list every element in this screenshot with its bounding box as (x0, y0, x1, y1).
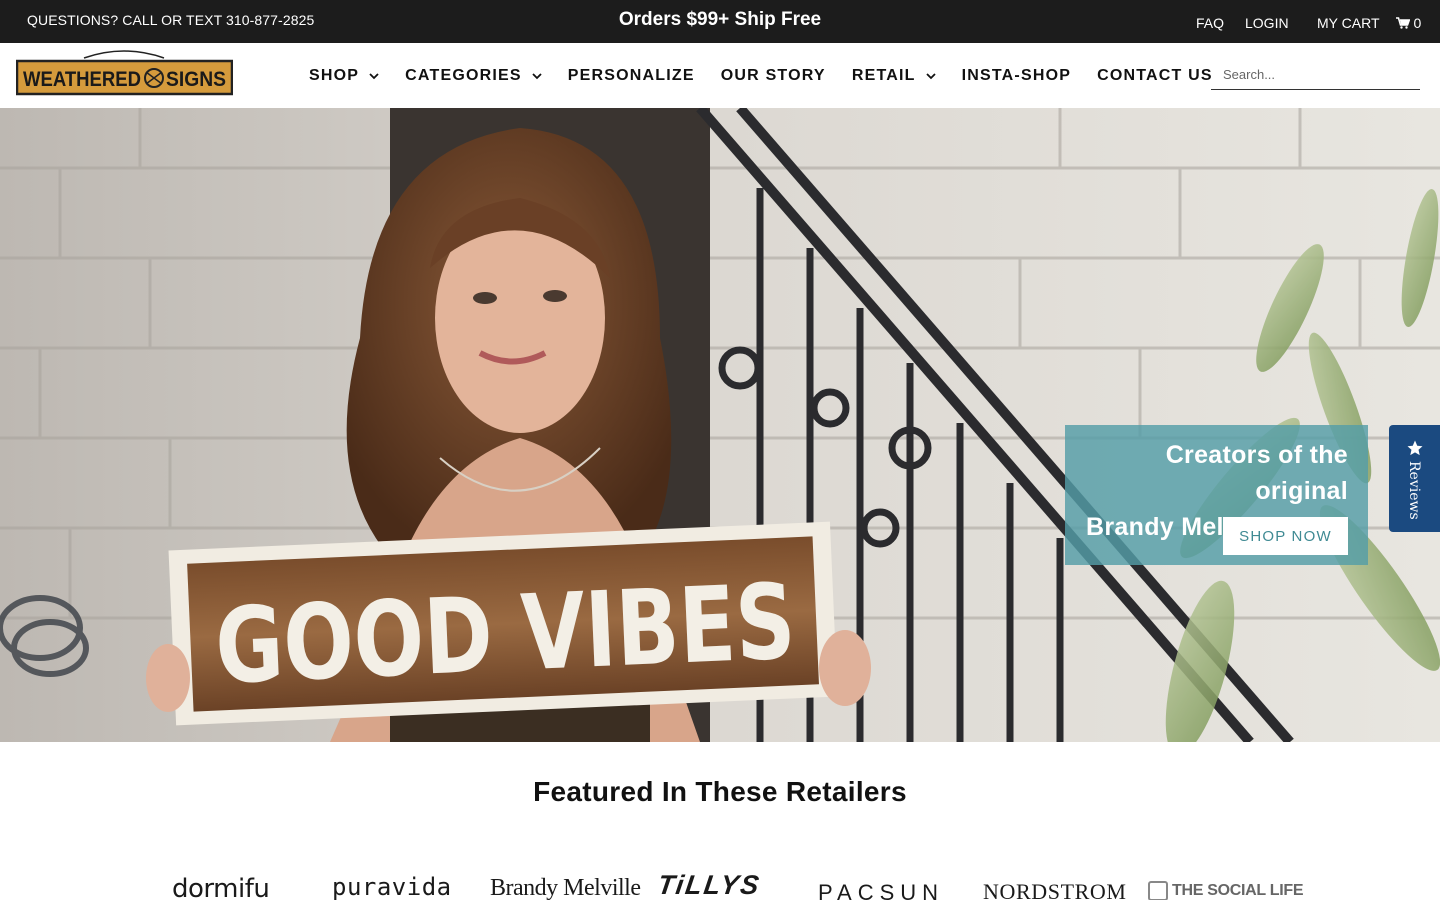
retailer-logo-nordstrom: NORDSTROM (983, 879, 1127, 900)
chevron-down-icon (532, 72, 542, 79)
svg-text:GOOD VIBES: GOOD VIBES (213, 560, 798, 707)
cart-count: 0 (1413, 15, 1422, 31)
site-header: WEATHERED SIGNS SHOP CATEGORIES PERSONAL… (0, 43, 1440, 108)
hero-cta-headline-1: Creators of the original (1165, 441, 1348, 505)
retailer-logo-tillys: TiLLYS (655, 870, 763, 900)
site-logo[interactable]: WEATHERED SIGNS (15, 50, 234, 96)
retailer-name: THE SOCIAL LIFE (1172, 882, 1304, 899)
retailer-logo-the-social-life: THE SOCIAL LIFE (1148, 881, 1304, 900)
star-icon (1407, 440, 1423, 456)
nav-label: RETAIL (851, 67, 916, 84)
faq-link[interactable]: FAQ (1196, 15, 1224, 31)
shop-now-button[interactable]: SHOP NOW (1223, 517, 1348, 555)
reviews-tab[interactable]: Reviews (1389, 425, 1440, 532)
nav-label: CONTACT US (1097, 67, 1213, 84)
nav-label: PERSONALIZE (567, 67, 695, 84)
login-link[interactable]: LOGIN (1245, 15, 1289, 31)
nav-item-retail[interactable]: RETAIL (852, 67, 936, 85)
chevron-down-icon (369, 72, 379, 79)
nav-item-shop[interactable]: SHOP (309, 67, 379, 85)
nav-item-insta-shop[interactable]: INSTA-SHOP (962, 67, 1071, 85)
phone-contact-text[interactable]: QUESTIONS? CALL OR TEXT 310-877-2825 (27, 12, 314, 28)
retailer-logos: dormifu puravida Brandy Melville TiLLYS … (0, 868, 1440, 900)
reviews-tab-label: Reviews (1406, 461, 1422, 520)
hero-banner: GOOD VIBES Creators of the original Bran… (0, 108, 1440, 742)
free-shipping-promo: Orders $99+ Ship Free (618, 9, 822, 30)
featured-retailers-heading: Featured In These Retailers (533, 776, 907, 807)
cart-icon (1395, 17, 1410, 29)
logo-text-weathered: WEATHERED (23, 68, 141, 91)
retailer-logo-pacsun: PACSUN (818, 880, 945, 900)
cart-link[interactable]: MY CART 0 (1317, 15, 1421, 31)
retailer-logo-dormify: dormifu (172, 874, 270, 900)
nav-item-categories[interactable]: CATEGORIES (405, 67, 542, 85)
nav-label: OUR STORY (720, 67, 826, 84)
nav-label: CATEGORIES (405, 67, 522, 84)
nav-item-contact-us[interactable]: CONTACT US (1097, 67, 1213, 85)
retailer-logo-brandy-melville: Brandy Melville (490, 875, 641, 900)
announcement-bar: QUESTIONS? CALL OR TEXT 310-877-2825 Ord… (0, 0, 1440, 43)
logo-text-signs: SIGNS (166, 68, 226, 91)
nav-label: INSTA-SHOP (961, 67, 1072, 84)
main-nav: SHOP CATEGORIES PERSONALIZE OUR STORY RE… (309, 67, 1213, 85)
retailer-logo-puravida: puravida (332, 873, 452, 900)
hero-cta-box: Creators of the original Brandy Melville… (1065, 425, 1368, 565)
search-input[interactable] (1211, 60, 1420, 90)
hero-sign-text: GOOD VIBES (213, 560, 798, 707)
social-life-badge-icon (1148, 881, 1168, 900)
chevron-down-icon (925, 72, 936, 79)
nav-label: SHOP (309, 67, 360, 84)
nav-item-our-story[interactable]: OUR STORY (721, 67, 826, 85)
cart-label: MY CART (1317, 15, 1380, 31)
nav-item-personalize[interactable]: PERSONALIZE (568, 67, 695, 85)
